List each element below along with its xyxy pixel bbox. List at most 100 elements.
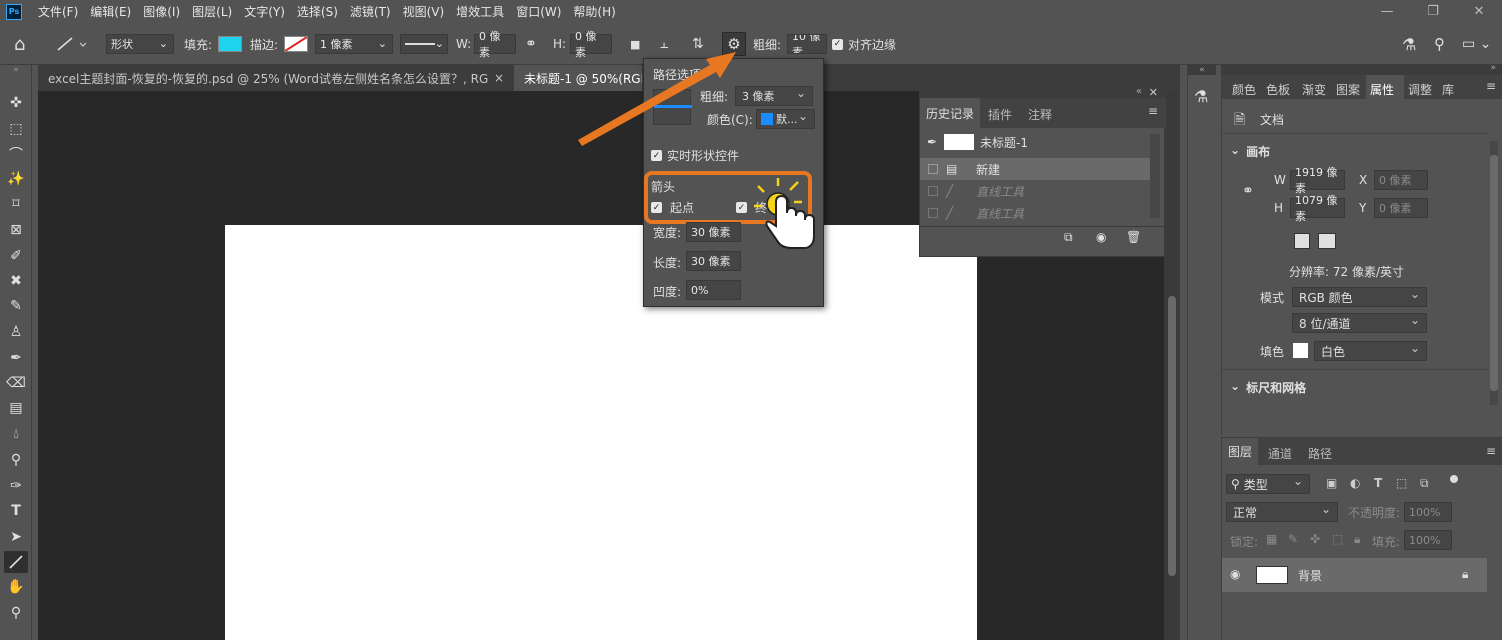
- layer-row-background[interactable]: ◉ 背景 🔒︎: [1222, 558, 1487, 592]
- trash-icon[interactable]: 🗑︎: [1126, 230, 1141, 244]
- filter-toggle-icon[interactable]: [1450, 475, 1458, 483]
- type-tool-icon[interactable]: T: [4, 500, 28, 522]
- lock-transparent-icon[interactable]: ▦: [1266, 532, 1277, 546]
- collapse-icon[interactable]: »: [4, 64, 28, 76]
- tab-properties[interactable]: 属性: [1370, 81, 1394, 98]
- menu-select[interactable]: 选择(S): [291, 3, 344, 20]
- path-selection-tool-icon[interactable]: ➤: [4, 526, 28, 548]
- layer-filter-select[interactable]: ⚲ 类型: [1226, 474, 1310, 494]
- search-icon[interactable]: ⚲: [1434, 34, 1445, 54]
- history-row-line-2[interactable]: ╱ 直线工具: [920, 202, 1151, 224]
- link-icon[interactable]: ⚭: [1242, 183, 1254, 199]
- stroke-swatch[interactable]: [284, 36, 308, 52]
- menu-window[interactable]: 窗口(W): [510, 3, 567, 20]
- canvas[interactable]: [225, 225, 977, 640]
- history-row-line-1[interactable]: ╱ 直线工具: [920, 180, 1151, 202]
- canvas-y-input[interactable]: 0 像素: [1374, 198, 1428, 218]
- scrollbar-thumb[interactable]: [1168, 296, 1176, 576]
- fill-swatch[interactable]: [218, 36, 242, 52]
- menu-edit[interactable]: 编辑(E): [84, 3, 137, 20]
- portrait-orientation-icon[interactable]: [1294, 233, 1310, 249]
- flask-icon[interactable]: ⚗: [1194, 87, 1208, 106]
- history-snapshot-row[interactable]: ✒ 未标题-1: [920, 131, 1151, 153]
- history-row-new[interactable]: ▤ 新建: [920, 158, 1151, 180]
- line-tool-preset-icon[interactable]: [56, 34, 90, 54]
- smart-object-filter-icon[interactable]: ⧉: [1420, 476, 1429, 491]
- adjustment-filter-icon[interactable]: ◐: [1350, 476, 1360, 490]
- canvas-section-header[interactable]: ⌄ 画布: [1230, 143, 1270, 160]
- stroke-type-select[interactable]: ⌄: [400, 34, 448, 54]
- menu-type[interactable]: 文字(Y): [238, 3, 291, 20]
- align-edges-checkbox[interactable]: ✓ 对齐边缘: [832, 34, 896, 54]
- tab-excel-cover[interactable]: excel主题封面-恢复的-恢复的.psd @ 25% (Word试卷左侧姓名条…: [38, 65, 514, 91]
- tab-history[interactable]: 历史记录: [920, 98, 980, 128]
- line-tool-icon[interactable]: [4, 551, 28, 573]
- color-mode-select[interactable]: RGB 颜色: [1292, 287, 1427, 307]
- arrow-concavity-input[interactable]: 0%: [686, 280, 741, 300]
- pen-tool-icon[interactable]: ✑: [4, 475, 28, 497]
- menu-filter[interactable]: 滤镜(T): [344, 3, 397, 20]
- menu-help[interactable]: 帮助(H): [567, 3, 621, 20]
- menu-file[interactable]: 文件(F): [32, 3, 84, 20]
- minimize-icon[interactable]: —: [1364, 0, 1410, 23]
- marquee-tool-icon[interactable]: ⬚: [4, 118, 28, 140]
- stroke-width-input[interactable]: 1 像素 ⌄: [315, 34, 393, 54]
- tab-color[interactable]: 颜色: [1232, 81, 1256, 98]
- lock-image-icon[interactable]: ✎: [1288, 532, 1298, 546]
- opacity-input[interactable]: 100%: [1404, 502, 1452, 522]
- eye-icon[interactable]: ◉: [1230, 567, 1240, 581]
- tab-notes[interactable]: 注释: [1028, 106, 1052, 123]
- menu-view[interactable]: 视图(V): [397, 3, 451, 20]
- restore-icon[interactable]: ❐: [1410, 0, 1456, 23]
- arrow-start-checkbox[interactable]: ✓ 起点: [651, 199, 694, 216]
- path-color-select[interactable]: 默...: [756, 109, 815, 129]
- blend-mode-select[interactable]: 正常: [1226, 502, 1338, 522]
- new-document-from-state-icon[interactable]: ⧉: [1064, 230, 1073, 245]
- properties-scrollbar[interactable]: [1490, 141, 1498, 405]
- tab-adjustments[interactable]: 调整: [1408, 81, 1432, 98]
- fill-select[interactable]: 白色: [1314, 341, 1427, 361]
- arrow-width-input[interactable]: 30 像素: [686, 222, 741, 242]
- gradient-tool-icon[interactable]: ▤: [4, 397, 28, 419]
- crop-tool-icon[interactable]: ⌑: [4, 193, 28, 215]
- history-brush-tool-icon[interactable]: ✒: [4, 347, 28, 369]
- lock-position-icon[interactable]: ✜: [1310, 532, 1320, 546]
- fill-swatch[interactable]: [1293, 343, 1308, 358]
- shape-filter-icon[interactable]: ⬚: [1396, 476, 1407, 490]
- canvas-h-input[interactable]: 1079 像素: [1290, 194, 1345, 223]
- tab-patterns[interactable]: 图案: [1336, 81, 1360, 98]
- tab-channels[interactable]: 通道: [1268, 445, 1292, 462]
- lock-artboard-icon[interactable]: ⬚: [1332, 532, 1343, 546]
- menu-image[interactable]: 图像(I): [137, 3, 186, 20]
- lasso-tool-icon[interactable]: ⌒: [4, 143, 28, 165]
- collapse-panel-icon[interactable]: «: [1136, 86, 1142, 97]
- zoom-tool-icon[interactable]: ⚲: [4, 602, 28, 624]
- link-icon[interactable]: ⚭: [525, 34, 537, 54]
- panel-menu-icon[interactable]: ≡: [1486, 444, 1496, 458]
- close-tab-icon[interactable]: ×: [494, 71, 504, 85]
- flask-icon[interactable]: ⚗: [1402, 34, 1416, 54]
- hand-tool-icon[interactable]: ✋: [4, 576, 28, 598]
- eraser-tool-icon[interactable]: ⌫: [4, 372, 28, 394]
- pixel-filter-icon[interactable]: ▣: [1326, 476, 1337, 490]
- panel-menu-icon[interactable]: ≡: [1148, 104, 1158, 118]
- lock-all-icon[interactable]: 🔒︎: [1354, 532, 1360, 547]
- history-scrollbar[interactable]: [1150, 134, 1160, 218]
- shape-mode-select[interactable]: 形状 ⌄: [106, 34, 174, 54]
- brush-tool-icon[interactable]: ✎: [4, 295, 28, 317]
- bit-depth-select[interactable]: 8 位/通道: [1292, 313, 1427, 333]
- collapse-icon[interactable]: »: [1490, 63, 1496, 73]
- collapse-icon[interactable]: «: [1188, 65, 1216, 75]
- canvas-w-input[interactable]: 1919 像素: [1290, 166, 1345, 195]
- tab-plugins[interactable]: 插件: [988, 106, 1012, 123]
- rulers-grid-section-header[interactable]: ⌄ 标尺和网格: [1230, 379, 1306, 396]
- healing-brush-tool-icon[interactable]: ✖: [4, 270, 28, 292]
- canvas-x-input[interactable]: 0 像素: [1374, 170, 1428, 190]
- move-tool-icon[interactable]: ✜: [4, 92, 28, 114]
- tab-paths[interactable]: 路径: [1308, 445, 1332, 462]
- weight-input[interactable]: 10 像素: [787, 34, 827, 54]
- workspace-icon[interactable]: ▭ ⌄: [1462, 34, 1491, 54]
- blur-tool-icon[interactable]: 💧︎: [4, 423, 28, 445]
- eyedropper-tool-icon[interactable]: ✐: [4, 245, 28, 267]
- close-window-icon[interactable]: ✕: [1456, 0, 1502, 23]
